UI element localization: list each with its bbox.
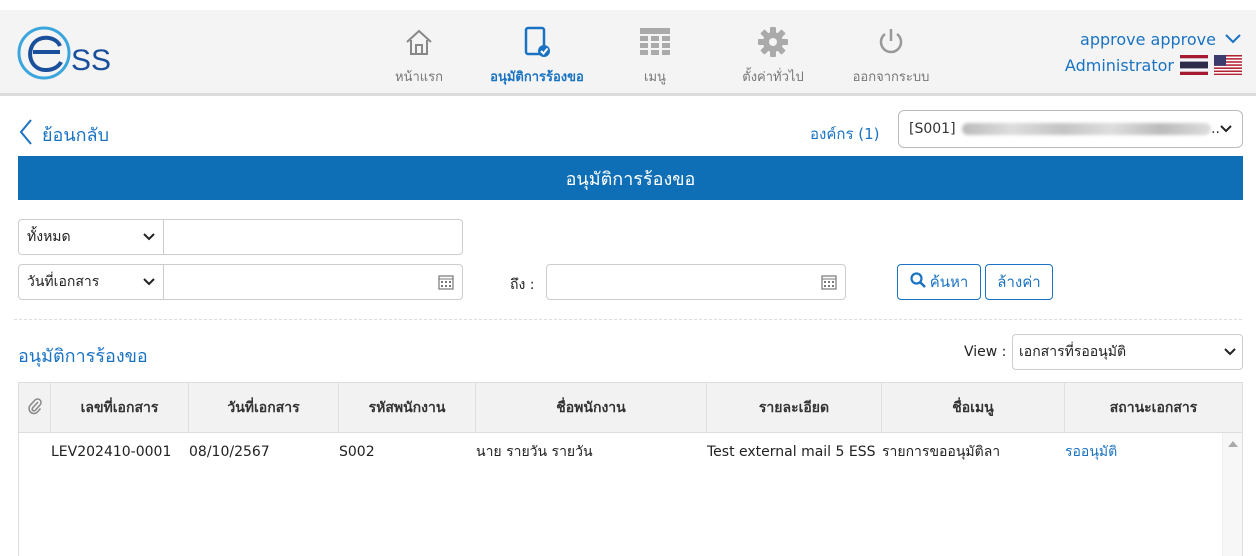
cell-doc-no: LEV202410-0001 xyxy=(51,444,172,460)
chevron-down-icon xyxy=(1224,30,1242,49)
page-title-bar: อนุมัติการร้องขอ xyxy=(18,156,1243,200)
nav-home[interactable]: หน้าแรก xyxy=(360,24,478,90)
section-title: อนุมัติการร้องขอ xyxy=(18,346,148,367)
paperclip-icon xyxy=(27,397,42,419)
clear-button-label: ล้างค่า xyxy=(997,273,1041,291)
attachment-column-header xyxy=(19,383,51,433)
org-select[interactable]: [S001] .. xyxy=(898,110,1243,148)
user-menu[interactable]: approve approve xyxy=(1065,30,1242,49)
calendar-icon[interactable] xyxy=(821,274,837,290)
gear-icon xyxy=(756,24,790,60)
cell-doc-date: 08/10/2567 xyxy=(189,444,270,460)
view-select-value: เอกสารที่รออนุมัติ xyxy=(1019,344,1127,360)
nav-settings[interactable]: ตั้งค่าทั่วไป xyxy=(714,24,832,90)
column-status[interactable]: สถานะเอกสาร xyxy=(1065,383,1242,433)
date-to-input[interactable] xyxy=(546,264,846,300)
type-filter-select[interactable]: ทั้งหมด xyxy=(18,219,164,255)
chevron-left-icon xyxy=(18,118,34,150)
table-header: เลขที่เอกสาร วันที่เอกสาร รหัสพนักงาน ชื… xyxy=(19,383,1242,433)
clear-button[interactable]: ล้างค่า xyxy=(985,264,1053,300)
nav-menu-label: เมนู xyxy=(644,70,666,85)
chevron-down-icon xyxy=(1220,122,1232,137)
search-icon xyxy=(910,272,926,292)
keyword-input[interactable] xyxy=(163,219,463,255)
view-label: View : xyxy=(964,344,1007,360)
table-row[interactable]: LEV202410-0001 08/10/2567 S002 นาย รายวั… xyxy=(19,433,1219,471)
nav-logout-label: ออกจากระบบ xyxy=(852,70,930,85)
back-label: ย้อนกลับ xyxy=(42,124,110,146)
nav-logout[interactable]: ออกจากระบบ xyxy=(832,24,950,90)
search-button[interactable]: ค้นหา xyxy=(897,264,981,300)
approve-document-icon xyxy=(520,24,554,60)
column-doc-no[interactable]: เลขที่เอกสาร xyxy=(51,383,189,433)
us-flag-icon[interactable] xyxy=(1214,55,1242,75)
search-button-label: ค้นหา xyxy=(929,273,969,291)
date-type-value: วันที่เอกสาร xyxy=(27,274,100,290)
date-from-input[interactable] xyxy=(163,264,463,300)
cell-emp-code: S002 xyxy=(339,444,375,460)
nav-settings-label: ตั้งค่าทั่วไป xyxy=(742,70,804,85)
divider xyxy=(14,319,1242,320)
org-select-ellipsis: .. xyxy=(1211,121,1220,137)
cell-status-link[interactable]: รออนุมัติ xyxy=(1065,433,1117,471)
cell-menu-name: รายการขออนุมัติลา xyxy=(882,444,1001,460)
chevron-down-icon xyxy=(1224,345,1236,359)
chevron-down-icon xyxy=(143,230,155,244)
scroll-up-arrow-icon[interactable] xyxy=(1228,441,1238,447)
nav-approve-request[interactable]: อนุมัติการร้องขอ xyxy=(478,24,596,90)
app-header: SS หน้าแรก อนุมัติการร้องขอ เมนู ตั้งค่า… xyxy=(0,10,1256,96)
chevron-down-icon xyxy=(143,275,155,289)
power-icon xyxy=(874,24,908,60)
type-filter-value: ทั้งหมด xyxy=(27,229,71,245)
user-role: Administrator xyxy=(1064,55,1174,75)
org-name-redacted xyxy=(961,123,1212,135)
main-nav: หน้าแรก อนุมัติการร้องขอ เมนู ตั้งค่าทั่… xyxy=(360,24,950,90)
nav-home-label: หน้าแรก xyxy=(395,70,443,85)
back-link[interactable]: ย้อนกลับ xyxy=(18,118,109,150)
column-emp-name[interactable]: ชื่อพนักงาน xyxy=(476,383,707,433)
column-emp-code[interactable]: รหัสพนักงาน xyxy=(339,383,476,433)
cell-emp-name: นาย รายวัน รายวัน xyxy=(476,444,593,460)
table-scrollbar[interactable] xyxy=(1222,433,1242,556)
thai-flag-icon[interactable] xyxy=(1180,55,1208,75)
date-type-select[interactable]: วันที่เอกสาร xyxy=(18,264,164,300)
grid-menu-icon xyxy=(638,24,672,60)
column-detail[interactable]: รายละเอียด xyxy=(707,383,882,433)
column-doc-date[interactable]: วันที่เอกสาร xyxy=(189,383,339,433)
date-to-label: ถึง : xyxy=(510,277,535,293)
nav-approve-request-label: อนุมัติการร้องขอ xyxy=(490,70,584,85)
user-area: approve approve Administrator xyxy=(1065,30,1242,75)
view-select[interactable]: เอกสารที่รออนุมัติ xyxy=(1012,334,1243,370)
column-menu-name[interactable]: ชื่อเมนู xyxy=(882,383,1065,433)
calendar-icon[interactable] xyxy=(438,274,454,290)
ess-logo[interactable]: SS xyxy=(16,24,126,82)
nav-menu[interactable]: เมนู xyxy=(596,24,714,90)
home-icon xyxy=(402,24,436,60)
page-title: อนุมัติการร้องขอ xyxy=(565,168,696,190)
svg-text:SS: SS xyxy=(71,44,111,77)
org-select-value: [S001] xyxy=(909,121,956,137)
request-table: เลขที่เอกสาร วันที่เอกสาร รหัสพนักงาน ชื… xyxy=(18,382,1243,556)
org-count-link[interactable]: องค์กร (1) xyxy=(810,122,880,146)
user-role-row: Administrator xyxy=(1065,55,1242,75)
user-name: approve approve xyxy=(1080,30,1216,49)
cell-detail: Test external mail 5 ESS xyxy=(707,444,876,460)
